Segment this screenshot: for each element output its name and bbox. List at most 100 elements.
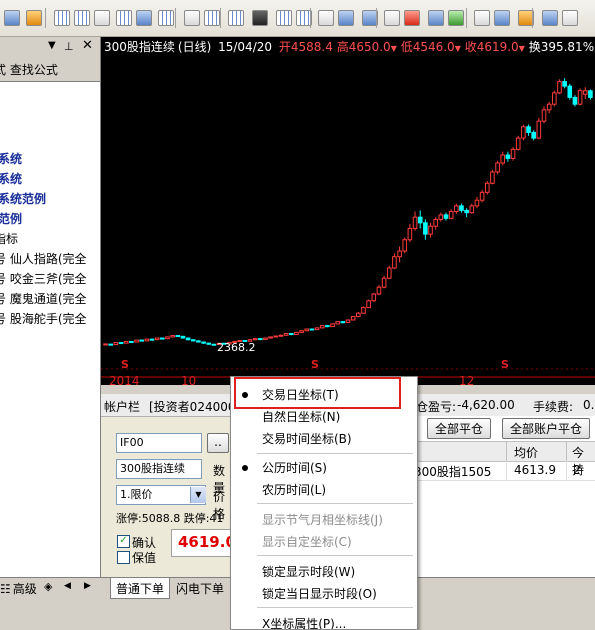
formula-tree-item[interactable]: 号 股海舵手(完全: [0, 310, 87, 327]
print-icon[interactable]: [94, 10, 110, 26]
candle-body: [180, 335, 186, 339]
price-display-value: 4619.0: [178, 533, 236, 551]
candle-body: [113, 342, 119, 346]
candle-body: [381, 277, 387, 288]
menu-item[interactable]: 自然日坐标(N): [231, 406, 417, 428]
menu-item[interactable]: 锁定显示时段(W): [231, 561, 417, 583]
candle-body: [309, 328, 315, 331]
chevron-down-icon[interactable]: ▼: [190, 487, 206, 503]
candle-body: [541, 109, 547, 122]
scroll-right-icon[interactable]: ▶: [84, 581, 91, 591]
grid-icon[interactable]: [74, 10, 90, 26]
candle-body: [185, 337, 191, 341]
table-icon[interactable]: [252, 10, 268, 26]
menu-item-label: 锁定显示时段(W): [262, 565, 356, 579]
menu-item-label: 自然日坐标(N): [262, 410, 341, 424]
candle-body: [510, 148, 516, 159]
formula-tree-item[interactable]: 号 魔鬼通道(完全: [0, 290, 87, 307]
scroll-left-icon[interactable]: ◀: [64, 581, 71, 591]
close-icon[interactable]: [404, 10, 420, 26]
formula-tree-item[interactable]: 系统范例: [0, 190, 46, 207]
sort-icon[interactable]: [136, 10, 152, 26]
close-all-accounts-button[interactable]: 全部账户平仓: [502, 418, 590, 439]
row-today: 2: [573, 463, 581, 477]
help-icon[interactable]: [542, 10, 558, 26]
candle-body: [433, 218, 438, 227]
candle-body: [283, 333, 289, 336]
candle-body: [536, 120, 542, 139]
close-all-button[interactable]: 全部平仓: [427, 418, 491, 439]
candle-body: [588, 90, 593, 98]
candle-body: [139, 339, 144, 342]
tab-scroll-icon[interactable]: ◈: [44, 580, 52, 593]
menu-item-label: 显示自定坐标(C): [262, 535, 352, 549]
find-icon[interactable]: [428, 10, 444, 26]
formula-tree-item[interactable]: 号 咬金三斧(完全: [0, 270, 87, 287]
candle-body: [190, 339, 196, 342]
advanced-label: 高级: [12, 582, 37, 596]
formula-tree-item[interactable]: 系统: [0, 170, 22, 187]
chart-icon[interactable]: [228, 10, 244, 26]
candle-body: [459, 205, 464, 211]
bars-icon[interactable]: [184, 10, 200, 26]
panel-dropdown-icon[interactable]: ▼: [48, 40, 56, 51]
candle-body: [505, 154, 511, 159]
candle-body: [366, 300, 371, 309]
candle-body: [350, 316, 356, 321]
formula-tree-item[interactable]: 指标: [0, 230, 18, 247]
candle-body: [464, 209, 469, 214]
pnl-value: -4,620.00: [457, 398, 515, 412]
menu-item[interactable]: 锁定当日显示时段(O): [231, 583, 417, 605]
hedge-checkbox[interactable]: [117, 551, 130, 564]
highlight-box: [234, 377, 401, 409]
check-bullet-icon: [242, 465, 248, 471]
candle-body: [469, 205, 475, 214]
table-icon[interactable]: [276, 10, 292, 26]
chart-icon[interactable]: [204, 10, 220, 26]
new-icon[interactable]: [384, 10, 400, 26]
arrow-icon[interactable]: [4, 10, 20, 26]
menu-item[interactable]: 公历时间(S): [231, 457, 417, 479]
copy-icon[interactable]: [318, 10, 334, 26]
print-icon[interactable]: [474, 10, 490, 26]
candle-body: [211, 343, 217, 346]
tools-icon[interactable]: [494, 10, 510, 26]
candle-body: [417, 216, 423, 224]
panel-pin-icon[interactable]: ⊥: [64, 40, 74, 53]
tab-normal-order-label: 普通下单: [116, 582, 165, 596]
contract-browse-button[interactable]: ..: [207, 433, 229, 453]
candle-body: [567, 85, 573, 98]
dropdown-icon[interactable]: [562, 10, 578, 26]
grid-icon[interactable]: [116, 10, 132, 26]
candle-body: [108, 343, 114, 346]
tab-normal-order[interactable]: 普通下单: [110, 578, 170, 599]
formula-tree-item[interactable]: 范例: [0, 210, 22, 227]
menu-item[interactable]: 交易时间坐标(B): [231, 428, 417, 450]
tab-find-formula[interactable]: 式 查找公式: [0, 61, 58, 78]
grid-icon[interactable]: [54, 10, 70, 26]
x-axis-tick-label: 12: [459, 374, 474, 385]
calculator-icon[interactable]: [26, 10, 42, 26]
grid-icon[interactable]: [158, 10, 174, 26]
candle-body: [304, 328, 310, 332]
kline-svg: S S S 2014 10 12 2368.2: [101, 78, 595, 385]
formula-panel-tabs: 式 查找公式: [0, 57, 100, 82]
formula-tree-item[interactable]: 号 仙人指路(完全: [0, 250, 87, 267]
kline-chart[interactable]: 300股指连续 (日线) 15/04/20 开4588.4 高4650.0▼ 低4…: [101, 37, 595, 385]
confirm-checkbox[interactable]: ✓: [117, 535, 130, 548]
candle-body: [438, 214, 444, 220]
menu-item[interactable]: 农历时间(L): [231, 479, 417, 501]
x-axis-context-menu: 交易日坐标(T) 自然日坐标(N) 交易时间坐标(B) 公历时间(S) 农历时间(L) 显…: [230, 376, 418, 630]
menu-item[interactable]: X坐标属性(P)...: [231, 613, 417, 629]
formula-tree-item[interactable]: 系统: [0, 150, 22, 167]
candle-body: [500, 154, 506, 164]
candle-body: [335, 321, 340, 325]
panel-close-icon[interactable]: ✕: [82, 38, 93, 53]
window-icon[interactable]: [338, 10, 354, 26]
candle-body: [175, 335, 181, 338]
settings-icon[interactable]: [448, 10, 464, 26]
tab-flash-order[interactable]: 闪电下单: [170, 578, 232, 598]
advanced-tab[interactable]: ☷ 高级: [0, 580, 37, 597]
candle-body: [474, 199, 480, 207]
contract-code-field[interactable]: IF00: [116, 433, 202, 453]
